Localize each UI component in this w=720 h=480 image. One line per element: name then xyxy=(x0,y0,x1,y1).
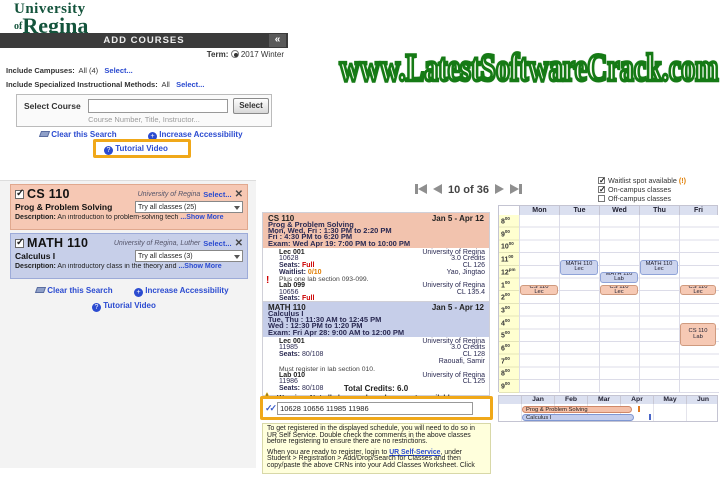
math110-exam-tick xyxy=(649,414,651,420)
video-icon: ? xyxy=(92,303,101,312)
term-label: Term: xyxy=(206,50,229,59)
campuses-select-link[interactable]: Select... xyxy=(104,66,132,75)
show-more-link-math110[interactable]: ...Show More xyxy=(178,263,221,270)
methods-row: Include Specialized Instructional Method… xyxy=(6,80,205,89)
event-cs110-lec-mon[interactable]: CS 110 Lec xyxy=(520,284,558,296)
term-timeline: Jan Feb Mar Apr May Jun Prog & Problem S… xyxy=(498,395,718,422)
detail-header-math110: MATH 110 Jan 5 - Apr 12 Calculus I Tue, … xyxy=(263,302,489,337)
event-math110-lec-thu[interactable]: MATH 110 Lec xyxy=(640,259,678,276)
term-row: Term: 2017 Winter xyxy=(0,50,284,59)
tutorial-video-link-1[interactable]: ? Tutorial Video xyxy=(104,144,168,155)
legend-waitlist: Waitlist spot available (!) xyxy=(598,176,686,185)
campuses-row: Include Campuses: All (4) Select... xyxy=(6,66,133,75)
course-select-link-math110[interactable]: Select... xyxy=(203,239,231,248)
weekly-calendar: Mon Tue Wed Thu Fri 800 900 1000 1100 12… xyxy=(498,205,719,393)
eraser-icon xyxy=(38,131,51,137)
timeline-bar-math110[interactable]: Calculus I xyxy=(522,413,634,421)
term-value: 2017 Winter xyxy=(240,50,284,59)
schedule-pager: 10 of 36 xyxy=(415,181,522,199)
section-cs110-lec: Lec 001 10628 Seats: Full Waitlist: 0/10… xyxy=(279,248,485,276)
event-cs110-lab-fri[interactable]: CS 110 Lab xyxy=(680,323,716,346)
day-header-mon: Mon xyxy=(519,206,559,215)
university-of-regina-logo: University ofRegina xyxy=(14,1,89,38)
methods-select-link[interactable]: Select... xyxy=(176,80,204,89)
day-header-wed: Wed xyxy=(599,206,639,215)
on-campus-checkbox[interactable] xyxy=(598,185,606,194)
event-cs110-lec-fri[interactable]: CS 110 Lec xyxy=(680,284,716,296)
event-math110-lec-tue[interactable]: MATH 110 Lec xyxy=(560,259,598,276)
cs110-exam-tick xyxy=(638,406,640,412)
watermark-text: www.LatestSoftwareCrack.com xyxy=(338,45,719,92)
classes-dropdown-math110[interactable]: Try all classes (3) xyxy=(135,250,243,262)
collapse-panel-button[interactable]: « xyxy=(269,34,286,47)
tutorial-video-link-2[interactable]: ? Tutorial Video xyxy=(92,301,156,312)
course-select-link-cs110[interactable]: Select... xyxy=(203,190,231,199)
add-courses-header: ADD COURSES xyxy=(0,33,288,48)
crn-highlight-annotation: ✓✓ xyxy=(260,396,493,420)
detail-block-math110: MATH 110 Jan 5 - Apr 12 Calculus I Tue, … xyxy=(262,301,490,396)
term-radio[interactable] xyxy=(230,50,239,58)
day-header-fri: Fri xyxy=(679,206,717,215)
calendar-legend: Waitlist spot available (!) On-campus cl… xyxy=(598,176,686,203)
video-icon: ? xyxy=(104,146,113,155)
visual-schedule-builder: www.LatestSoftwareCrack.com University o… xyxy=(0,0,720,480)
detail-header-cs110: CS 110 Jan 5 - Apr 12 Prog & Problem Sol… xyxy=(263,213,489,248)
prev-page-button[interactable] xyxy=(433,181,442,199)
classes-dropdown-cs110[interactable]: Try all classes (25) xyxy=(135,201,243,213)
pager-label: 10 of 36 xyxy=(448,184,489,196)
legend-off-campus: Off-campus classes xyxy=(598,194,686,203)
course-checkbox-math110[interactable] xyxy=(15,238,24,248)
course-card-math110: MATH 110 University of Regina, Luther Se… xyxy=(10,233,248,279)
crn-list-input[interactable] xyxy=(277,401,474,415)
clear-search-link-1[interactable]: Clear this Search xyxy=(38,130,117,139)
course-card-cs110: CS 110 University of Regina Select... ✕ … xyxy=(10,184,248,230)
day-header-thu: Thu xyxy=(639,206,679,215)
waitlist-checkbox[interactable] xyxy=(598,176,606,185)
timeline-bar-cs110[interactable]: Prog & Problem Solving xyxy=(522,405,632,413)
clear-search-link-2[interactable]: Clear this Search xyxy=(34,286,113,295)
off-campus-checkbox[interactable] xyxy=(598,195,605,202)
course-search-input[interactable] xyxy=(88,99,228,113)
remove-course-math110-icon[interactable]: ✕ xyxy=(235,238,243,249)
accessibility-icon: + xyxy=(134,288,143,297)
select-course-button[interactable]: Select xyxy=(233,98,269,114)
event-cs110-lec-wed[interactable]: CS 110 Lec xyxy=(600,284,638,296)
event-math110-lab-wed[interactable]: MATH 110 Lab xyxy=(600,272,638,283)
detail-block-cs110: CS 110 Jan 5 - Apr 12 Prog & Problem Sol… xyxy=(262,212,490,313)
registration-note: To get registered in the displayed sched… xyxy=(262,423,491,474)
validate-check-icon: ✓✓ xyxy=(265,402,277,413)
calendar-grid xyxy=(519,215,719,393)
next-page-button[interactable] xyxy=(494,181,504,199)
eraser-icon xyxy=(34,287,47,293)
section-math110-lec: Lec 001 11985 Seats: 80/108 University o… xyxy=(279,337,485,365)
show-more-link-cs110[interactable]: ...Show More xyxy=(180,214,223,221)
accessibility-link-2[interactable]: + Increase Accessibility xyxy=(134,286,229,297)
legend-on-campus: On-campus classes xyxy=(598,185,686,194)
first-page-button[interactable] xyxy=(415,181,427,199)
day-header-tue: Tue xyxy=(559,206,599,215)
select-course-label: Select Course xyxy=(24,101,81,111)
course-checkbox-cs110[interactable] xyxy=(15,189,24,199)
waitlist-alert-icon: ! xyxy=(266,275,270,287)
remove-course-cs110-icon[interactable]: ✕ xyxy=(235,189,243,200)
course-search-hint: Course Number, Title, Instructor... xyxy=(88,115,200,124)
last-page-button[interactable] xyxy=(509,181,522,199)
